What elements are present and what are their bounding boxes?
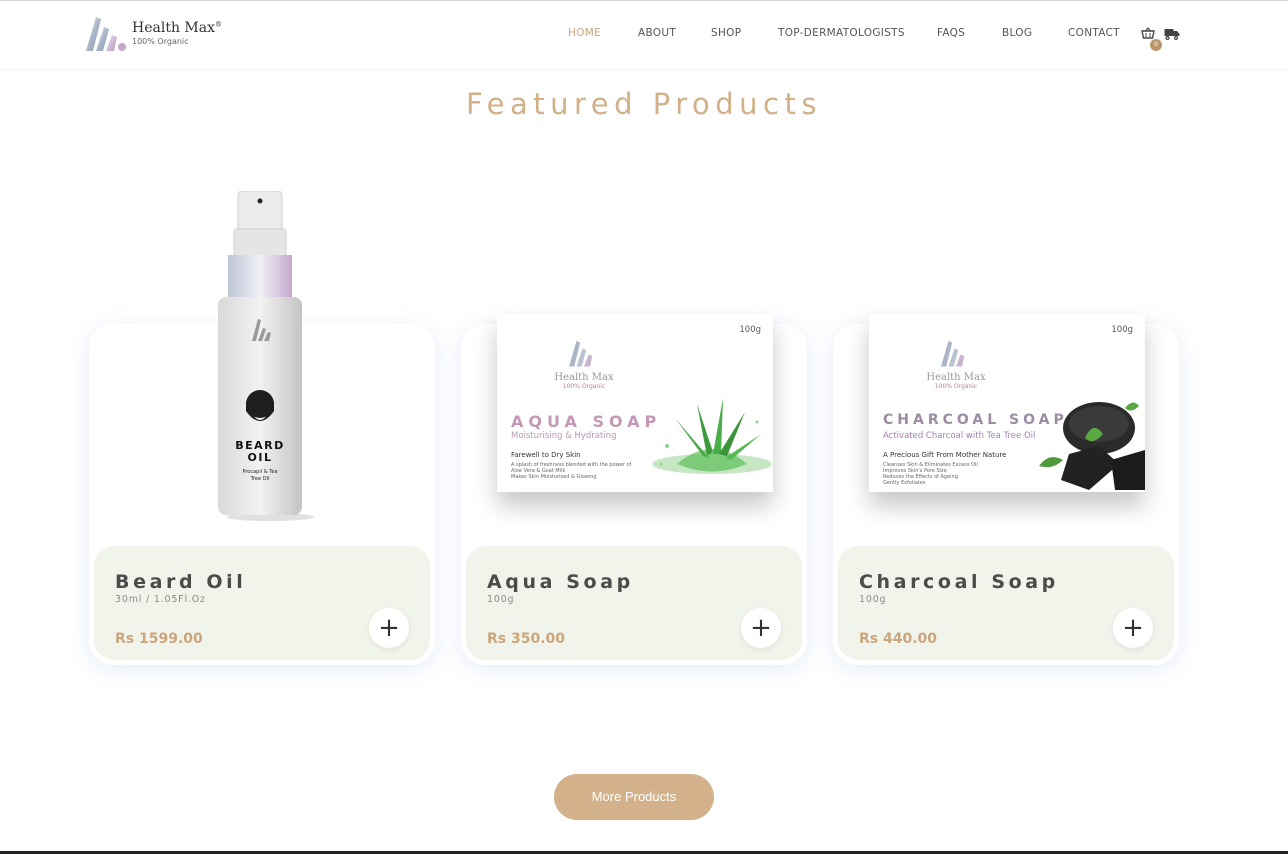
product-info: Aqua Soap 100g Rs 350.00 + (466, 546, 802, 660)
aloe-splash-icon (652, 398, 772, 474)
svg-text:Tree Oil: Tree Oil (250, 476, 270, 482)
box-subtitle: Moisturising & Hydrating (511, 431, 617, 441)
product-size: 100g (859, 594, 887, 605)
main-nav: HOME ABOUT SHOP TOP-DERMATOLOGISTS FAQS … (0, 27, 1288, 43)
nav-blog[interactable]: BLOG (1002, 27, 1032, 39)
box-logo: Health Max 100% Organic (549, 338, 619, 390)
nav-shop[interactable]: SHOP (711, 27, 741, 39)
nav-about[interactable]: ABOUT (638, 27, 676, 39)
plus-icon: + (1122, 613, 1144, 643)
product-name[interactable]: Beard Oil (115, 571, 246, 593)
box-subtitle: Activated Charcoal with Tea Tree Oil (883, 431, 1036, 441)
product-info: Beard Oil 30ml / 1.05Fl.Oz Rs 1599.00 + (94, 546, 430, 660)
nav-faqs[interactable]: FAQS (937, 27, 965, 39)
bottle-icon: BEARD OIL Procapil & Tea Tree Oil (218, 190, 314, 521)
product-size: 30ml / 1.05Fl.Oz (115, 594, 206, 605)
logo-icon (941, 341, 965, 367)
box-tagline: A Precious Gift From Mother Nature (883, 451, 1007, 459)
nav-contact[interactable]: CONTACT (1068, 27, 1120, 39)
delivery-truck-icon[interactable] (1164, 27, 1180, 41)
add-to-cart-button[interactable]: + (369, 608, 409, 648)
box-description: A splash of freshness blended with the p… (511, 462, 632, 480)
section-title: Featured Products (466, 87, 822, 121)
nav-top-dermatologists[interactable]: TOP-DERMATOLOGISTS (778, 27, 905, 39)
box-description: Cleanses Skin & Eliminates Excess Oil Im… (883, 462, 978, 486)
beard-oil-product-image[interactable]: BEARD OIL Procapil & Tea Tree Oil (218, 190, 318, 521)
product-info: Charcoal Soap 100g Rs 440.00 + (838, 546, 1174, 660)
nav-home[interactable]: HOME (568, 27, 601, 39)
product-price: Rs 440.00 (859, 631, 938, 647)
more-products-button[interactable]: More Products (554, 774, 714, 820)
plus-icon: + (750, 613, 772, 643)
add-to-cart-button[interactable]: + (741, 608, 781, 648)
box-weight: 100g (739, 325, 761, 335)
product-name[interactable]: Charcoal Soap (859, 571, 1059, 593)
aqua-soap-product-image[interactable]: 100g Health Max 100% Organic AQUA SOAP M… (497, 314, 773, 492)
cart-count-badge: 0 (1150, 39, 1162, 51)
logo-icon (569, 341, 593, 367)
site-header: Health Max® 100% Organic HOME ABOUT SHOP… (0, 1, 1288, 68)
charcoal-soap-product-image[interactable]: 100g Health Max 100% Organic CHARCOAL SO… (869, 314, 1145, 492)
product-size: 100g (487, 594, 515, 605)
product-name[interactable]: Aqua Soap (487, 571, 634, 593)
box-tagline: Farewell to Dry Skin (511, 451, 581, 459)
box-weight: 100g (1111, 325, 1133, 335)
charcoal-pieces-icon (1039, 402, 1145, 490)
svg-text:Procapil & Tea: Procapil & Tea (242, 469, 277, 475)
box-logo: Health Max 100% Organic (921, 338, 991, 390)
add-to-cart-button[interactable]: + (1113, 608, 1153, 648)
page: Health Max® 100% Organic HOME ABOUT SHOP… (0, 0, 1288, 854)
product-price: Rs 350.00 (487, 631, 566, 647)
svg-text:OIL: OIL (248, 451, 273, 464)
product-price: Rs 1599.00 (115, 631, 203, 647)
plus-icon: + (378, 613, 400, 643)
